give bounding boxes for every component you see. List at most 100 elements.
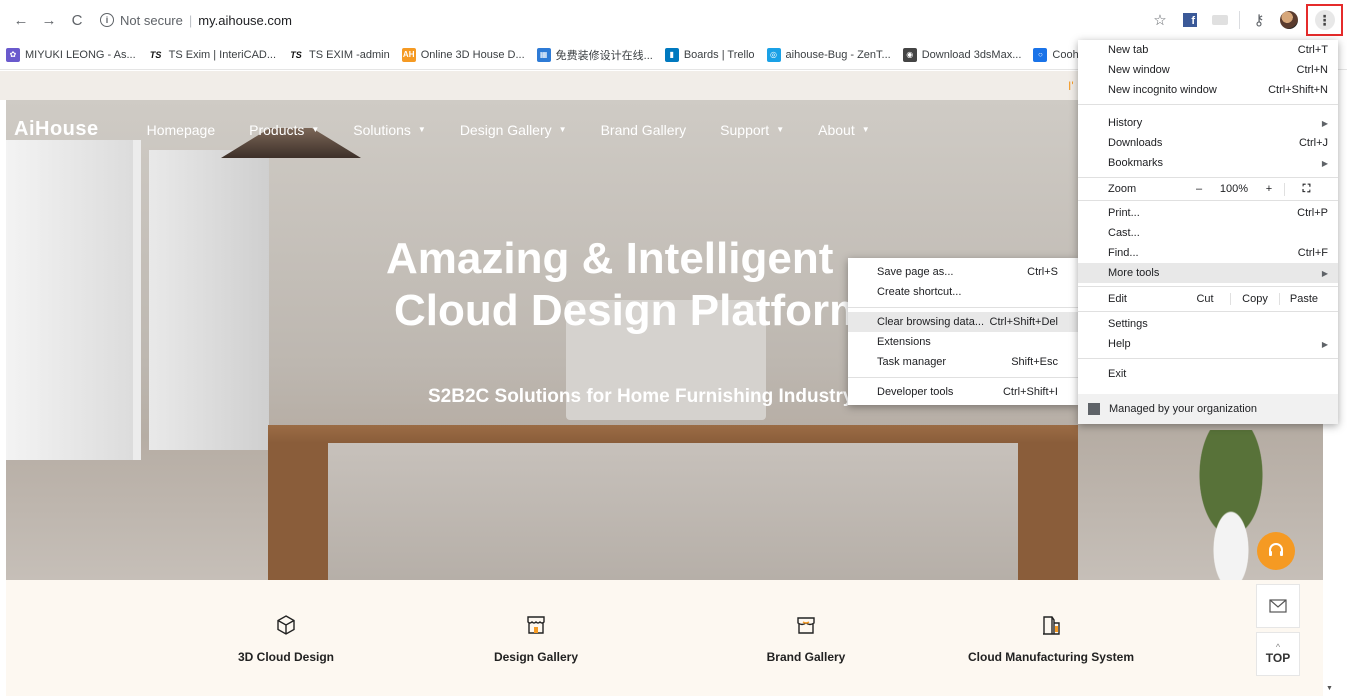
menu-cast[interactable]: Cast... (1078, 223, 1338, 243)
nav-design-gallery[interactable]: Design Gallery ▼ (460, 122, 567, 138)
submenu-label: Save page as... (877, 266, 954, 278)
feature-brand-gallery[interactable]: Brand Gallery (746, 612, 866, 664)
bookmark-item[interactable]: TS TS Exim | InteriCAD... (148, 48, 276, 62)
submenu-label: Extensions (877, 336, 931, 348)
desk-image (268, 425, 1078, 580)
zoom-out-button[interactable]: – (1184, 183, 1214, 195)
hero-subtitle-text: S2B2C Solutions for Home Furnishing Indu (428, 386, 819, 407)
menu-exit[interactable]: Exit (1078, 364, 1338, 384)
menu-label: Cast... (1108, 227, 1140, 239)
nav-solutions[interactable]: Solutions ▼ (353, 122, 426, 138)
menu-settings[interactable]: Settings (1078, 314, 1338, 334)
back-to-top-button[interactable]: ^ TOP (1256, 632, 1300, 676)
shop-icon (746, 612, 866, 638)
nav-products[interactable]: Products ▼ (249, 122, 319, 138)
menu-new-tab[interactable]: New tab Ctrl+T (1078, 40, 1338, 60)
info-icon[interactable]: i (100, 13, 114, 27)
paste-button[interactable]: Paste (1280, 293, 1328, 305)
customer-service-headset-icon[interactable] (1257, 532, 1295, 570)
menu-separator (1078, 104, 1338, 105)
scroll-down-arrow-icon[interactable]: ▼ (1326, 685, 1333, 692)
bookmark-item[interactable]: TS TS EXIM -admin (288, 48, 390, 62)
menu-shortcut: Ctrl+T (1297, 44, 1328, 56)
feature-design-gallery[interactable]: Design Gallery (476, 612, 596, 664)
nav-brand-gallery[interactable]: Brand Gallery (601, 122, 687, 138)
reload-button[interactable]: C (66, 9, 88, 31)
menu-new-window[interactable]: New window Ctrl+N (1078, 60, 1338, 80)
address-bar[interactable]: i Not secure | my.aihouse.com (100, 9, 1150, 31)
submenu-item[interactable]: Create shortcut... (848, 282, 1078, 302)
menu-label: Settings (1108, 318, 1148, 330)
feature-cloud-manufacturing[interactable]: Cloud Manufacturing System (956, 612, 1146, 664)
menu-label: History (1108, 117, 1143, 129)
copy-button[interactable]: Copy (1230, 293, 1280, 305)
menu-new-incognito-window[interactable]: New incognito window Ctrl+Shift+N (1078, 80, 1338, 100)
submenu-item[interactable]: Save page as... Ctrl+S (848, 262, 1078, 282)
back-button[interactable]: ← (10, 9, 32, 31)
submenu-label: Create shortcut... (877, 286, 962, 298)
submenu-item[interactable]: Extensions (848, 332, 1078, 352)
menu-help[interactable]: Help ▶ (1078, 334, 1338, 354)
chrome-main-menu: New tab Ctrl+T New window Ctrl+N New incog… (1078, 40, 1338, 424)
facebook-extension-icon[interactable]: f (1179, 9, 1201, 31)
bookmark-star-icon[interactable]: ☆ (1149, 9, 1171, 31)
bookmark-item[interactable]: ◎ aihouse-Bug - ZenT... (766, 47, 891, 62)
zoom-level: 100% (1219, 183, 1249, 195)
forward-button[interactable]: → (38, 9, 60, 31)
browser-toolbar: ← → C i Not secure | my.aihouse.com ☆ f … (0, 0, 1347, 40)
submenu-item[interactable]: Clear browsing data... Ctrl+Shift+Del (848, 312, 1078, 332)
more-menu-kebab-icon[interactable]: ⋮ (1314, 10, 1335, 30)
bookmark-item[interactable]: ◉ Download 3dsMax... (902, 47, 1021, 62)
caret-down-icon: ▼ (417, 125, 426, 134)
submenu-label: Clear browsing data... (877, 316, 984, 328)
menu-downloads[interactable]: Downloads Ctrl+J (1078, 133, 1338, 153)
submenu-shortcut: Shift+Esc (1011, 356, 1058, 368)
cut-button[interactable]: Cut (1180, 293, 1230, 305)
bookmark-label: TS EXIM -admin (309, 48, 390, 61)
submenu-separator (848, 307, 1078, 308)
submenu-arrow-icon: ▶ (1321, 268, 1328, 278)
avatar[interactable] (1278, 9, 1300, 31)
bookmark-item[interactable]: ✿ MIYUKI LEONG - As... (6, 47, 136, 62)
managed-by-organization[interactable]: Managed by your organization (1078, 394, 1338, 424)
extension-icon[interactable] (1209, 9, 1231, 31)
submenu-arrow-icon: ▶ (1321, 158, 1328, 168)
security-label: Not secure (120, 12, 183, 28)
bookmark-favicon-icon: ✿ (6, 47, 20, 62)
bookmark-item[interactable]: ▦ 免费装修设计在线... (536, 47, 653, 63)
nav-homepage[interactable]: Homepage (147, 122, 216, 138)
menu-separator (1078, 358, 1338, 359)
key-icon[interactable]: ⚷ (1248, 9, 1270, 31)
nav-label: About (818, 121, 855, 138)
menu-bookmarks[interactable]: Bookmarks ▶ (1078, 153, 1338, 173)
menu-shortcut: Ctrl+P (1297, 207, 1328, 219)
fullscreen-icon[interactable]: ⛶ (1284, 182, 1328, 196)
submenu-item[interactable]: Task manager Shift+Esc (848, 352, 1078, 372)
mail-button[interactable] (1256, 584, 1300, 628)
store-icon (476, 612, 596, 638)
submenu-shortcut: Ctrl+S (1027, 266, 1058, 278)
nav-about[interactable]: About ▼ (818, 122, 870, 138)
menu-label: Bookmarks (1108, 157, 1164, 169)
menu-print[interactable]: Print... Ctrl+P (1078, 203, 1338, 223)
zoom-in-button[interactable]: + (1254, 183, 1284, 195)
aihouse-logo[interactable]: AiHouse (14, 118, 99, 141)
menu-history[interactable]: History ▶ (1078, 113, 1338, 133)
nav-support[interactable]: Support ▼ (720, 122, 784, 138)
bookmark-favicon-icon: ▦ (536, 47, 551, 62)
bookmark-favicon-icon: ◉ (902, 47, 917, 62)
menu-find[interactable]: Find... Ctrl+F (1078, 243, 1338, 263)
bookmark-item[interactable]: ▮ Boards | Trello (664, 47, 755, 62)
url-text[interactable]: my.aihouse.com (198, 13, 292, 28)
feature-label: Brand Gallery (766, 650, 846, 664)
menu-label: Edit (1108, 293, 1127, 305)
feature-3d-cloud-design[interactable]: 3D Cloud Design (226, 612, 346, 664)
menu-shortcut: Ctrl+Shift+N (1268, 84, 1328, 96)
cube-icon (226, 612, 346, 638)
menu-more-tools[interactable]: More tools ▶ (1078, 263, 1338, 283)
caret-down-icon: ▼ (311, 125, 320, 134)
bookmark-item[interactable]: AH Online 3D House D... (401, 47, 525, 62)
bookmark-label: 免费装修设计在线... (555, 49, 653, 62)
submenu-item[interactable]: Developer tools Ctrl+Shift+I (848, 382, 1078, 402)
bookmark-label: Boards | Trello (683, 48, 755, 61)
